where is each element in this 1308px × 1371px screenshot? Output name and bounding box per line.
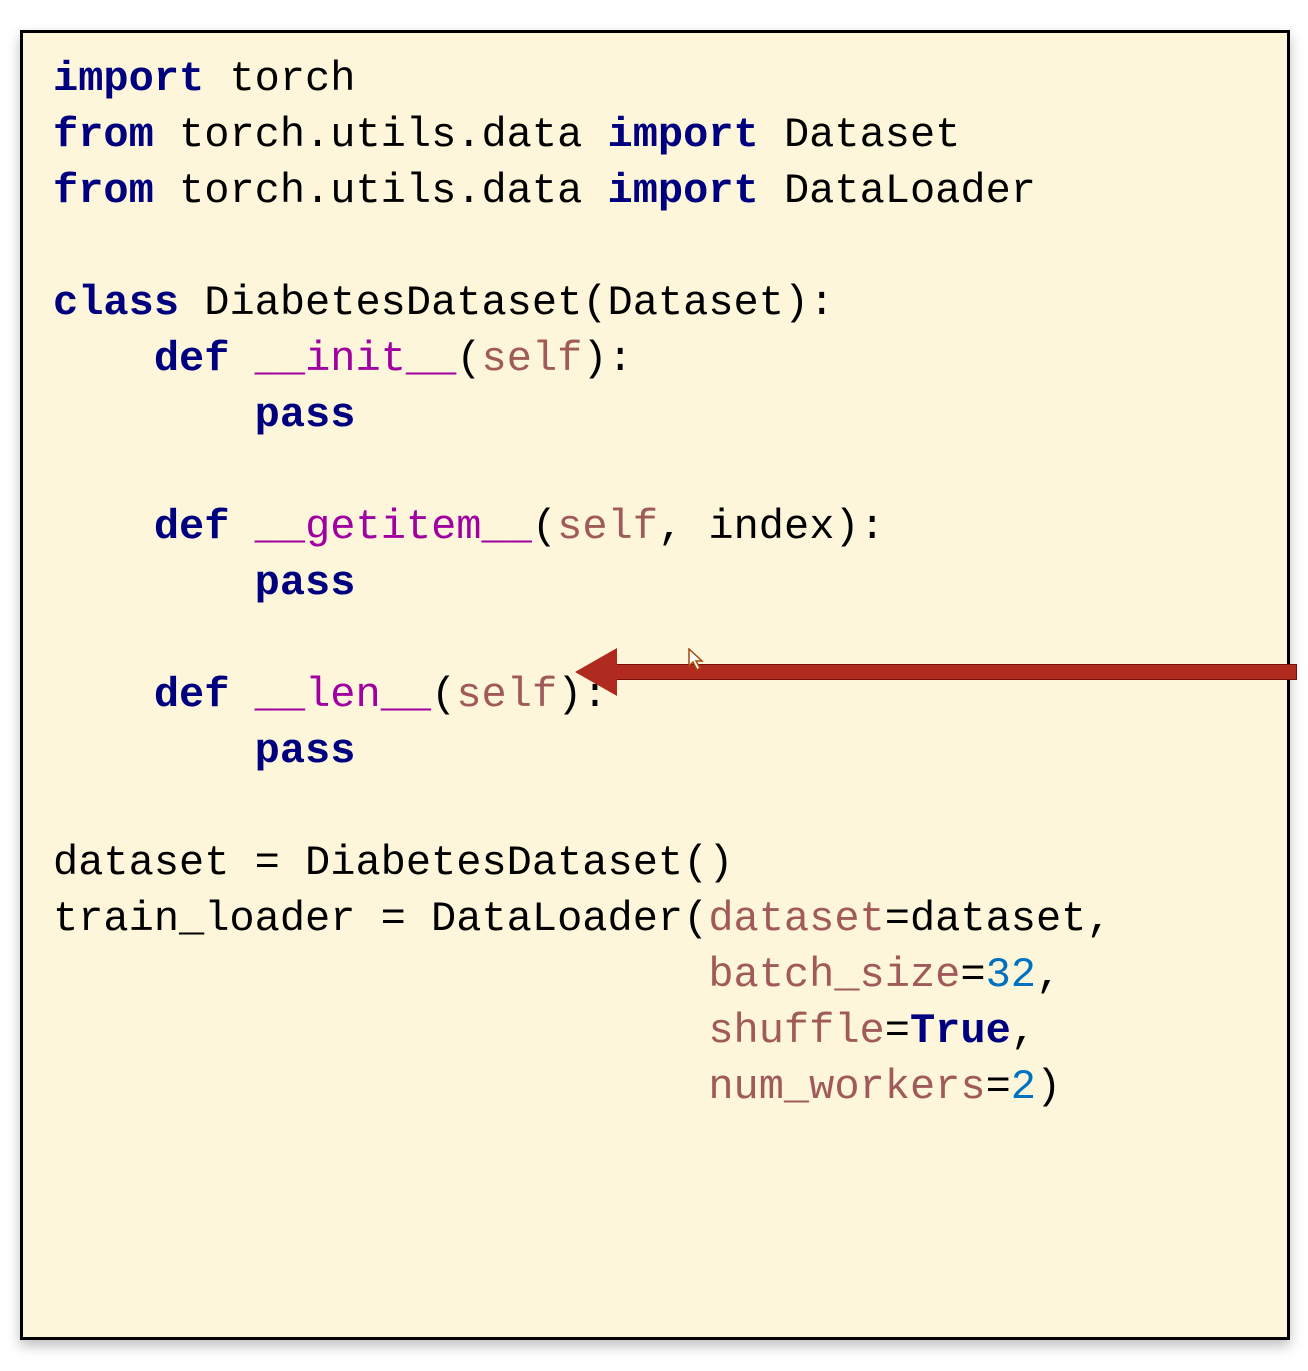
space [229, 335, 254, 383]
space [229, 671, 254, 719]
kwarg-num-workers: num_workers [708, 1063, 985, 1111]
indent [53, 951, 708, 999]
dunder-init: __init__ [255, 335, 457, 383]
equals: = [986, 1063, 1011, 1111]
comma: , [658, 503, 708, 551]
number-32: 32 [986, 951, 1036, 999]
keyword-from: from [53, 167, 154, 215]
param-self: self [557, 503, 658, 551]
keyword-pass: pass [255, 559, 356, 607]
indent [53, 727, 255, 775]
keyword-def: def [154, 671, 230, 719]
code-text: train_loader = DataLoader( [53, 895, 708, 943]
indent [53, 1063, 708, 1111]
indent [53, 391, 255, 439]
paren-open: ( [431, 671, 456, 719]
paren-close: ): [834, 503, 884, 551]
keyword-import: import [53, 55, 204, 103]
space [229, 503, 254, 551]
indent [53, 559, 255, 607]
keyword-from: from [53, 111, 154, 159]
code-text: =dataset, [885, 895, 1112, 943]
keyword-pass: pass [255, 391, 356, 439]
code-block-frame: import torch from torch.utils.data impor… [20, 30, 1290, 1340]
comma: , [1036, 951, 1061, 999]
code-text: torch [204, 55, 355, 103]
paren-open: ( [456, 335, 481, 383]
equals: = [960, 951, 985, 999]
param-self: self [482, 335, 583, 383]
paren-close: ): [582, 335, 632, 383]
bool-true: True [910, 1007, 1011, 1055]
equals: = [885, 1007, 910, 1055]
number-2: 2 [1011, 1063, 1036, 1111]
dunder-getitem: __getitem__ [255, 503, 532, 551]
code-text: Dataset [759, 111, 961, 159]
python-code: import torch from torch.utils.data impor… [23, 33, 1287, 1133]
keyword-import: import [608, 111, 759, 159]
keyword-class: class [53, 279, 179, 327]
kwarg-batch-size: batch_size [708, 951, 960, 999]
indent [53, 503, 154, 551]
kwarg-dataset: dataset [708, 895, 884, 943]
param-index: index [708, 503, 834, 551]
code-text: DataLoader [759, 167, 1036, 215]
code-text: torch.utils.data [154, 111, 608, 159]
keyword-def: def [154, 335, 230, 383]
paren-close: ) [1036, 1063, 1061, 1111]
dunder-len: __len__ [255, 671, 431, 719]
paren-open: ( [532, 503, 557, 551]
code-text: dataset = DiabetesDataset() [53, 839, 734, 887]
kwarg-shuffle: shuffle [708, 1007, 884, 1055]
code-text: DiabetesDataset(Dataset): [179, 279, 834, 327]
indent [53, 335, 154, 383]
indent [53, 1007, 708, 1055]
keyword-pass: pass [255, 727, 356, 775]
comma: , [1011, 1007, 1036, 1055]
code-text: torch.utils.data [154, 167, 608, 215]
paren-close: ): [557, 671, 607, 719]
indent [53, 671, 154, 719]
keyword-import: import [608, 167, 759, 215]
keyword-def: def [154, 503, 230, 551]
param-self: self [456, 671, 557, 719]
